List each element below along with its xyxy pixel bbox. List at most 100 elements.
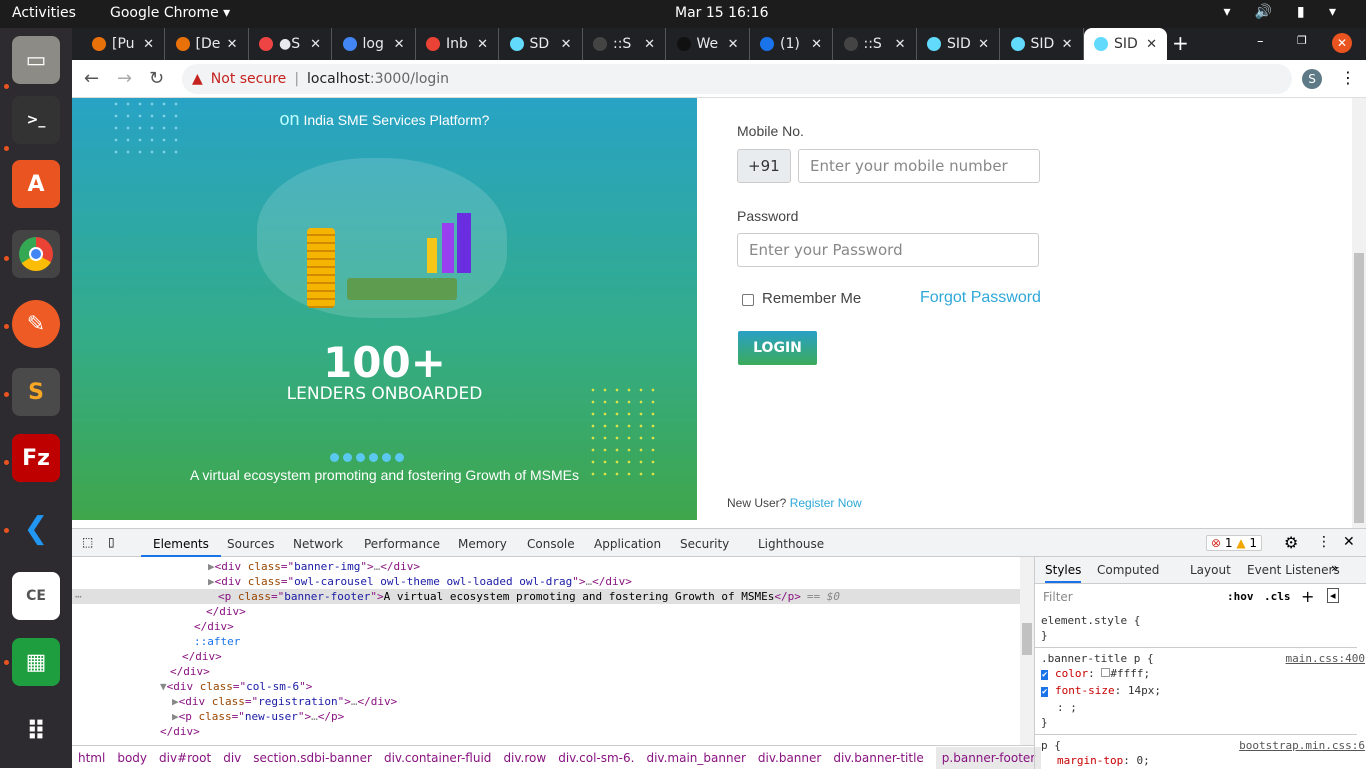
styles-tab-layout[interactable]: Layout <box>1190 563 1231 577</box>
devtools-tab-performance[interactable]: Performance <box>364 529 440 557</box>
remember-label[interactable]: Remember Me <box>762 290 861 307</box>
calc-icon[interactable]: ▦ <box>12 638 60 686</box>
breadcrumb-item[interactable]: p.banner-footer <box>935 747 1042 769</box>
devtools-tab-lighthouse[interactable]: Lighthouse <box>758 529 824 557</box>
breadcrumb-item[interactable]: div.main_banner <box>646 751 745 765</box>
tab-close-icon[interactable]: ✕ <box>811 37 822 52</box>
rule-source-link[interactable]: bootstrap.min.css:6 <box>1239 738 1365 753</box>
dom-node[interactable]: ▶<div class="owl-carousel owl-theme owl-… <box>208 574 632 589</box>
styles-tab-event-listeners[interactable]: Event Listeners <box>1247 563 1340 577</box>
dom-node[interactable]: ▶<div class="banner-img">…</div> <box>208 559 420 574</box>
sublime-icon[interactable]: S <box>12 368 60 416</box>
styles-tab-styles[interactable]: Styles <box>1045 563 1082 583</box>
settings-icon[interactable]: ⚙ <box>1284 533 1298 552</box>
remember-checkbox[interactable] <box>742 294 754 306</box>
show-apps-icon[interactable]: ⠿ <box>12 708 60 756</box>
browser-tab[interactable]: ●S ✕ <box>249 28 332 60</box>
dbeaver-icon[interactable]: CE <box>12 572 60 620</box>
activities-button[interactable]: Activities <box>12 5 76 21</box>
software-center-icon[interactable]: A <box>12 160 60 208</box>
dom-scrollbar[interactable] <box>1020 557 1034 745</box>
address-bar[interactable]: ▲ Not secure | localhost:3000/login ☆ <box>182 64 1322 94</box>
dom-node[interactable]: ▼<div class="col-sm-6"> <box>160 679 312 694</box>
browser-tab[interactable]: SID ✕ <box>1084 28 1167 60</box>
browser-tab[interactable]: We ✕ <box>667 28 750 60</box>
dom-node[interactable]: ▶<div class="registration">…</div> <box>172 694 397 709</box>
tab-close-icon[interactable]: ✕ <box>143 37 154 52</box>
breadcrumb-item[interactable]: div.col-sm-6. <box>558 751 634 765</box>
dom-node[interactable]: </div> <box>160 724 200 739</box>
inspect-icon[interactable]: ⬚ <box>82 535 93 549</box>
more-icon[interactable]: ⋮ <box>1317 534 1331 550</box>
breadcrumb-item[interactable]: div.banner-title <box>833 751 923 765</box>
tab-close-icon[interactable]: ✕ <box>310 37 321 52</box>
browser-tab[interactable]: SID ✕ <box>1001 28 1084 60</box>
register-link[interactable]: Register Now <box>790 496 862 510</box>
css-value[interactable]: 0; <box>1136 754 1149 767</box>
styles-filter-input[interactable]: Filter <box>1039 587 1215 607</box>
toggle-sidebar-icon[interactable]: ◂ <box>1327 588 1339 603</box>
browser-tab[interactable]: SID ✕ <box>917 28 1000 60</box>
breadcrumb-item[interactable]: div.banner <box>758 751 821 765</box>
browser-tab[interactable]: [Pu ✕ <box>82 28 165 60</box>
browser-tab[interactable]: SD ✕ <box>500 28 583 60</box>
terminal-icon[interactable]: >_ <box>12 96 60 144</box>
browser-tab[interactable]: ::S ✕ <box>834 28 917 60</box>
dom-node[interactable]: ▶<p class="new-user">…</p> <box>172 709 344 724</box>
tab-close-icon[interactable]: ✕ <box>1062 37 1073 52</box>
breadcrumb-item[interactable]: html <box>78 751 105 765</box>
filezilla-icon[interactable]: Fz <box>12 434 60 482</box>
close-devtools-icon[interactable]: ✕ <box>1343 534 1355 550</box>
element-style-rule[interactable]: element.style { <box>1041 613 1351 628</box>
app-menu[interactable]: Google Chrome ▾ <box>110 5 230 21</box>
css-property[interactable]: color <box>1055 667 1088 680</box>
breadcrumb-item[interactable]: div.container-fluid <box>384 751 491 765</box>
devtools-tab-network[interactable]: Network <box>293 529 343 557</box>
breadcrumb-item[interactable]: div <box>223 751 241 765</box>
tab-close-icon[interactable]: ✕ <box>978 37 989 52</box>
menu-icon[interactable]: ⋮ <box>1340 68 1356 87</box>
vscode-icon[interactable]: ❮ <box>12 504 60 552</box>
browser-tab[interactable]: (1) ✕ <box>750 28 833 60</box>
tab-close-icon[interactable]: ✕ <box>477 37 488 52</box>
tab-close-icon[interactable]: ✕ <box>895 37 906 52</box>
forgot-password-link[interactable]: Forgot Password <box>920 289 1041 307</box>
forward-button[interactable]: → <box>117 68 132 89</box>
devtools-tab-security[interactable]: Security <box>680 529 729 557</box>
dom-node[interactable]: ::after <box>194 634 240 649</box>
styles-tab-computed[interactable]: Computed <box>1097 563 1159 577</box>
maximize-button[interactable]: ❐ <box>1297 34 1307 47</box>
css-value[interactable]: 14px; <box>1128 684 1161 697</box>
breadcrumb-item[interactable]: div.row <box>503 751 546 765</box>
tab-close-icon[interactable]: ✕ <box>394 37 405 52</box>
tab-close-icon[interactable]: ✕ <box>561 37 572 52</box>
rule-source-link[interactable]: main.css:400 <box>1286 651 1365 666</box>
chrome-icon[interactable] <box>12 230 60 278</box>
tab-close-icon[interactable]: ✕ <box>227 37 238 52</box>
password-input[interactable]: Enter your Password <box>737 233 1039 267</box>
dom-node[interactable]: </div> <box>170 664 210 679</box>
tab-close-icon[interactable]: ✕ <box>644 37 655 52</box>
devtools-tab-console[interactable]: Console <box>527 529 575 557</box>
devtools-tab-sources[interactable]: Sources <box>227 529 274 557</box>
css-value[interactable]: #ffff; <box>1110 667 1150 680</box>
browser-tab[interactable]: ::S ✕ <box>583 28 666 60</box>
devtools-tab-application[interactable]: Application <box>594 529 661 557</box>
hov-button[interactable]: :hov <box>1227 590 1254 603</box>
browser-tab[interactable]: Inb ✕ <box>416 28 499 60</box>
tab-close-icon[interactable]: ✕ <box>1146 37 1157 52</box>
clock[interactable]: Mar 15 16:16 <box>675 5 768 21</box>
avatar[interactable]: S <box>1302 69 1322 89</box>
breadcrumb-item[interactable]: div#root <box>159 751 211 765</box>
breadcrumb-item[interactable]: section.sdbi-banner <box>253 751 372 765</box>
login-button[interactable]: LOGIN <box>738 331 817 365</box>
new-tab-button[interactable]: + <box>1172 31 1189 55</box>
back-button[interactable]: ← <box>84 68 99 89</box>
devtools-tab-memory[interactable]: Memory <box>458 529 507 557</box>
browser-tab[interactable]: log ✕ <box>333 28 416 60</box>
device-toggle-icon[interactable]: ▯ <box>108 535 115 549</box>
cls-button[interactable]: .cls <box>1264 590 1291 603</box>
css-property[interactable]: font-size <box>1055 684 1115 697</box>
security-label[interactable]: Not secure <box>211 71 287 87</box>
css-property[interactable]: margin-top <box>1057 754 1123 767</box>
